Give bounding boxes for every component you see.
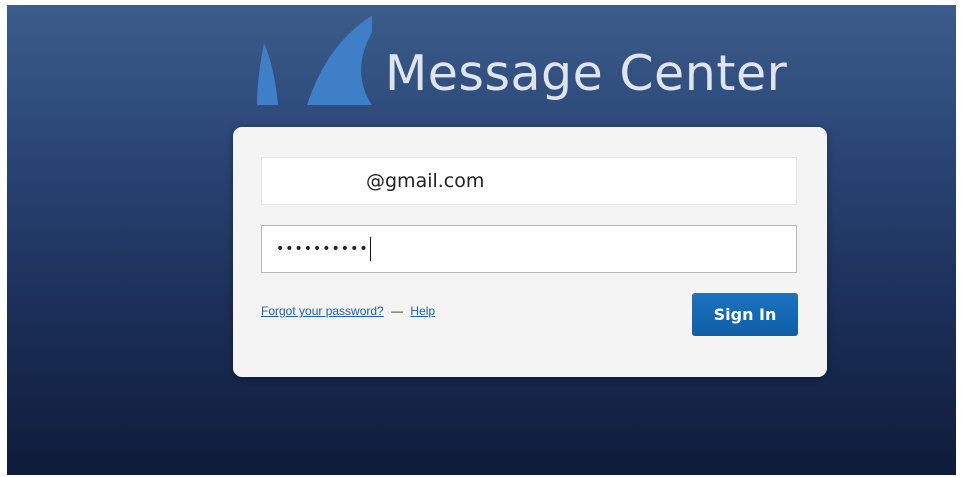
login-card: •••••••••• Forgot your password? — Help … <box>233 127 827 377</box>
forgot-password-link[interactable]: Forgot your password? <box>261 304 384 318</box>
help-link[interactable]: Help <box>410 304 435 318</box>
link-separator: — <box>391 304 404 318</box>
text-cursor <box>369 237 371 261</box>
password-field[interactable]: •••••••••• <box>261 225 797 273</box>
sign-in-button[interactable]: Sign In <box>692 293 798 336</box>
app-title: Message Center <box>385 45 788 102</box>
sail-logo-icon <box>257 15 372 105</box>
email-field[interactable] <box>261 157 797 205</box>
password-mask: •••••••••• <box>276 241 369 257</box>
help-links: Forgot your password? — Help <box>261 304 435 318</box>
login-page: Message Center •••••••••• Forgot your pa… <box>7 5 956 475</box>
